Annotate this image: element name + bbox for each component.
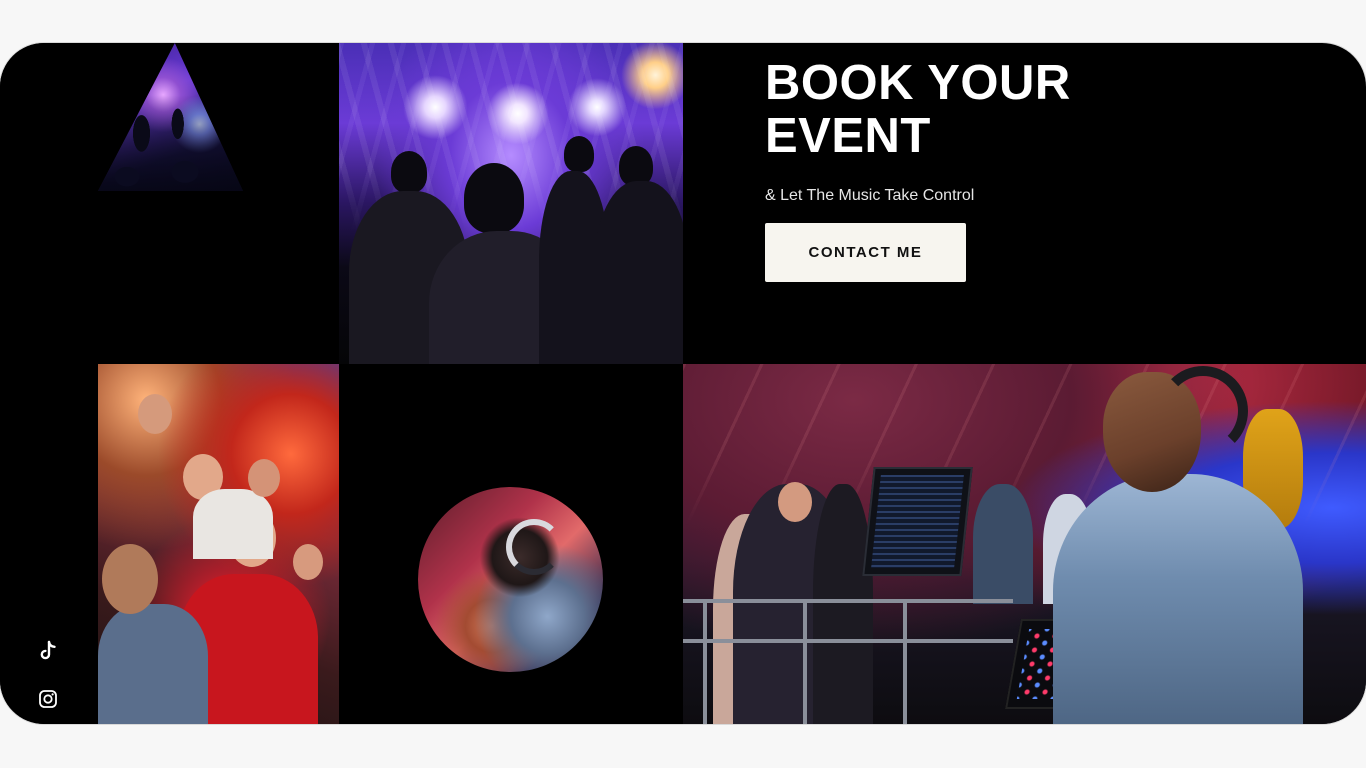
face: [138, 394, 172, 434]
barrier-post: [903, 599, 907, 724]
crowd-person: [813, 484, 873, 724]
headphones-shape: [506, 519, 562, 575]
page-title: BOOK YOUR EVENT: [765, 56, 1071, 163]
silhouette-head: [464, 163, 524, 234]
dj-headphones-photo: [418, 487, 603, 672]
contact-me-button[interactable]: CONTACT ME: [765, 223, 966, 282]
denim-jacket: [1053, 474, 1303, 724]
barrier-rail: [683, 599, 1013, 603]
barrier-rail: [683, 639, 1013, 643]
face: [102, 544, 158, 614]
white-shirt: [193, 489, 273, 559]
party-crowd-photo: [98, 364, 339, 724]
dj-performing-photo: [683, 364, 1366, 724]
laptop: [862, 467, 973, 576]
silhouette-head: [619, 146, 653, 187]
crowd-person: [973, 484, 1033, 604]
triangle-crowd-photo: [98, 43, 243, 191]
instagram-icon: [39, 690, 57, 708]
concert-stage-photo: [339, 43, 683, 364]
hero-subtitle: & Let The Music Take Control: [765, 187, 975, 204]
silhouette-head: [564, 136, 594, 173]
instagram-link[interactable]: [37, 688, 59, 710]
barrier-post: [703, 599, 707, 724]
laptop-screen: [871, 475, 964, 568]
silhouette-body: [594, 181, 683, 364]
audience-silhouettes: [339, 136, 683, 364]
denim-jacket: [98, 604, 208, 724]
barrier-post: [803, 599, 807, 724]
silhouette-head: [391, 151, 427, 194]
tiktok-icon: [40, 640, 56, 660]
crowd-silhouette: [98, 94, 243, 191]
headphones-shape: [1158, 366, 1248, 456]
tiktok-link[interactable]: [37, 640, 59, 662]
hero-text-block: BOOK YOUR EVENT & Let The Music Take Con…: [765, 57, 1245, 205]
face: [293, 544, 323, 580]
left-rail: [0, 43, 98, 724]
hero-section: BOOK YOUR EVENT & Let The Music Take Con…: [0, 43, 1366, 724]
face: [248, 459, 280, 497]
face: [778, 482, 812, 522]
